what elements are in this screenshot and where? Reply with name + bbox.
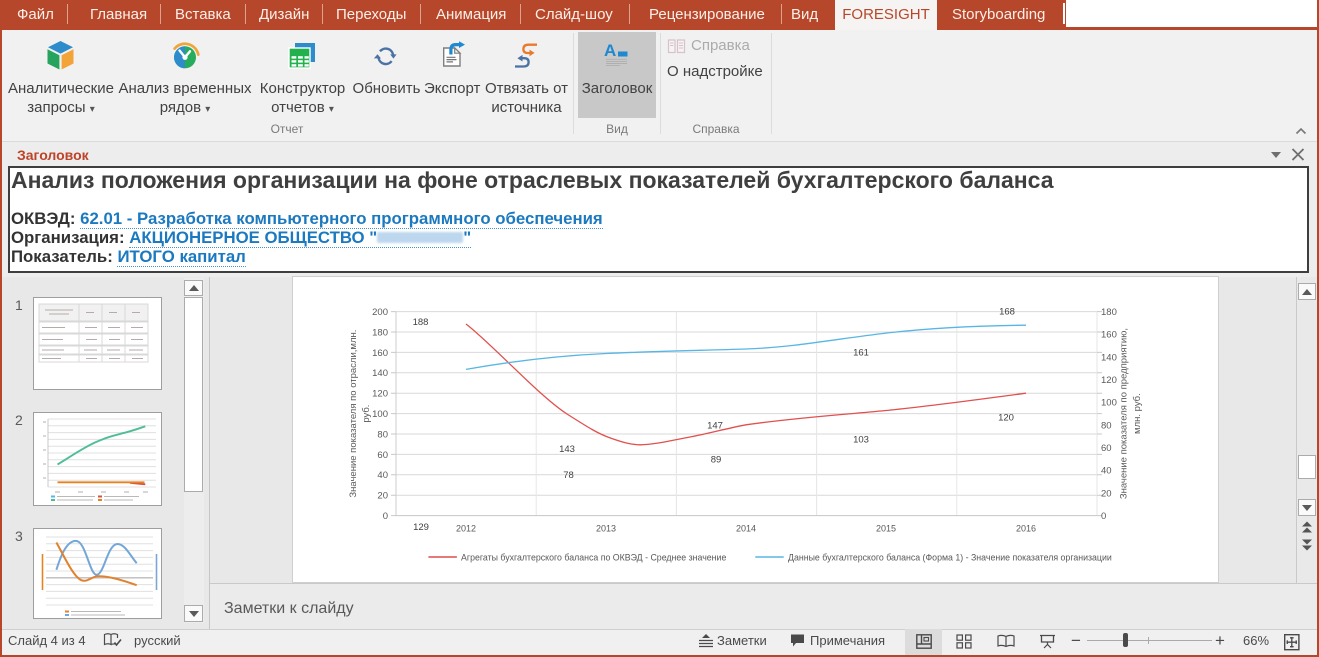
svg-text:2013: 2013 [596,524,616,534]
svg-text:188: 188 [413,317,429,328]
svg-text:143: 143 [559,444,575,455]
svg-text:0: 0 [1101,511,1106,522]
svg-text:120: 120 [1101,375,1117,386]
svg-text:100: 100 [372,409,388,420]
svg-text:147: 147 [707,421,723,432]
svg-text:180: 180 [1101,307,1117,318]
svg-text:80: 80 [1101,420,1112,431]
svg-text:40: 40 [1101,466,1112,477]
svg-text:Значение показателя по отрасли: Значение показателя по отрасли,млн. [348,330,359,498]
svg-text:Агрегаты бухгалтерского баланс: Агрегаты бухгалтерского баланса по ОКВЭД… [461,553,726,563]
svg-text:168: 168 [999,307,1015,318]
svg-text:2015: 2015 [876,524,896,534]
svg-text:млн. руб.: млн. руб. [1132,393,1143,434]
svg-text:Данные бухгалтерского баланса: Данные бухгалтерского баланса (Форма 1) … [788,553,1112,563]
svg-text:Значение показателя по предпри: Значение показателя по предприятию, [1119,328,1130,499]
svg-text:2014: 2014 [736,524,756,534]
svg-text:2016: 2016 [1016,524,1036,534]
svg-text:103: 103 [853,434,869,445]
svg-text:160: 160 [1101,330,1117,341]
svg-text:40: 40 [377,470,388,481]
svg-text:20: 20 [1101,488,1112,499]
svg-text:2012: 2012 [456,524,476,534]
svg-text:129: 129 [413,522,429,533]
svg-text:120: 120 [372,389,388,400]
svg-text:60: 60 [1101,443,1112,454]
svg-text:140: 140 [372,368,388,379]
svg-text:140: 140 [1101,352,1117,363]
svg-text:89: 89 [711,454,722,465]
svg-text:80: 80 [377,429,388,440]
svg-text:180: 180 [372,327,388,338]
svg-text:А: А [604,42,616,60]
svg-text:60: 60 [377,450,388,461]
svg-text:161: 161 [853,348,869,359]
svg-text:120: 120 [998,413,1014,424]
svg-text:78: 78 [563,470,574,481]
svg-text:160: 160 [372,348,388,359]
svg-text:20: 20 [377,491,388,502]
svg-text:200: 200 [372,307,388,318]
svg-text:0: 0 [383,511,388,522]
svg-text:100: 100 [1101,398,1117,409]
svg-text:руб.: руб. [361,405,372,423]
